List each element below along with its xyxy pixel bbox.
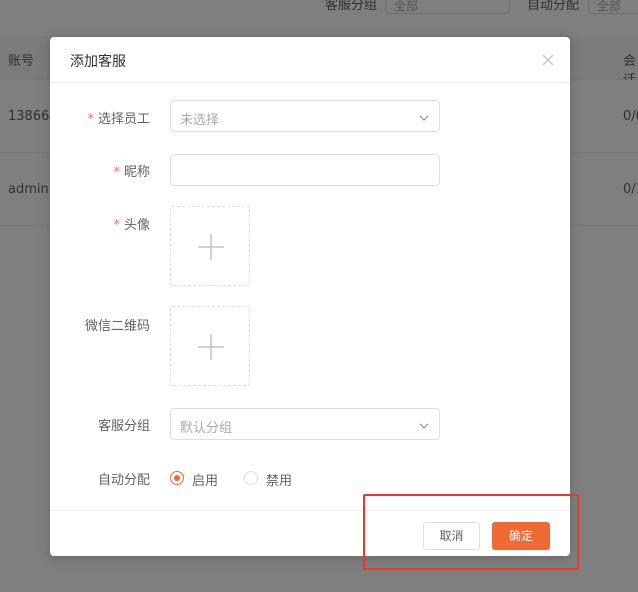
form-label-avatar: * 头像 <box>113 218 150 233</box>
add-agent-dialog: 添加客服 * 选择员工 未选择 * 昵称 * 头像 微信二维码 客服分组 默认分… <box>50 37 570 556</box>
cancel-button[interactable]: 取消 <box>423 522 480 550</box>
avatar-upload[interactable] <box>170 206 250 286</box>
radio-enable[interactable]: 启用 <box>170 469 230 489</box>
plus-icon <box>198 234 224 260</box>
required-asterisk: * <box>113 218 120 233</box>
employee-select-placeholder: 未选择 <box>180 113 220 128</box>
dialog-title: 添加客服 <box>70 54 126 70</box>
form-label-auto-assign: 自动分配 <box>97 473 150 488</box>
wechat-qr-upload[interactable] <box>170 306 250 386</box>
radio-enable-circle <box>170 471 184 485</box>
form-label-wechat-qr: 微信二维码 <box>84 319 150 334</box>
group-select-value: 默认分组 <box>180 421 233 436</box>
employee-select[interactable]: 未选择 <box>170 100 440 132</box>
form-label-group: 客服分组 <box>97 419 150 434</box>
required-asterisk: * <box>87 112 94 127</box>
form-label-nickname: * 昵称 <box>113 165 150 180</box>
plus-icon <box>198 334 224 360</box>
radio-disable[interactable]: 禁用 <box>244 469 304 489</box>
group-select[interactable]: 默认分组 <box>170 408 440 440</box>
radio-disable-circle <box>244 471 258 485</box>
dialog-header: 添加客服 <box>50 37 570 83</box>
dialog-footer-divider <box>50 510 570 511</box>
confirm-button[interactable]: 确定 <box>492 522 550 550</box>
radio-enable-label: 启用 <box>192 474 219 489</box>
chevron-down-icon <box>419 112 429 122</box>
chevron-down-icon <box>419 420 429 430</box>
form-label-employee: * 选择员工 <box>87 112 150 127</box>
required-asterisk: * <box>113 165 120 180</box>
radio-disable-label: 禁用 <box>266 474 293 489</box>
close-icon[interactable] <box>540 52 556 68</box>
nickname-input[interactable] <box>170 154 440 186</box>
